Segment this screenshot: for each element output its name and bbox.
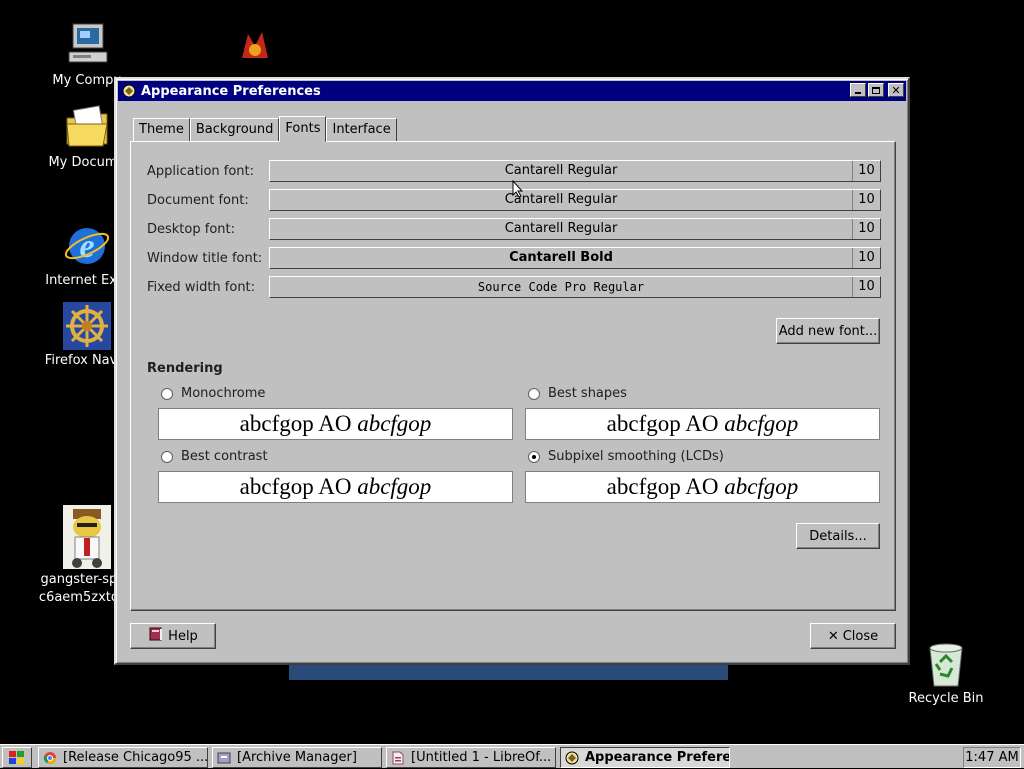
appearance-icon bbox=[122, 84, 136, 98]
window-title-font-label: Window title font: bbox=[147, 250, 263, 266]
best-shapes-option[interactable]: Best shapes bbox=[528, 386, 627, 401]
fixed-width-font-row: Fixed width font: Source Code Pro Regula… bbox=[147, 275, 881, 299]
monochrome-label: Monochrome bbox=[181, 386, 266, 401]
task-label: [Untitled 1 - LibreOf... bbox=[411, 750, 552, 765]
best-contrast-radio[interactable] bbox=[161, 450, 173, 463]
desktop-font-label: Desktop font: bbox=[147, 221, 235, 237]
monochrome-radio[interactable] bbox=[161, 387, 173, 400]
close-window-button[interactable]: ✕ bbox=[888, 83, 904, 97]
svg-text:e: e bbox=[79, 228, 94, 265]
task-label: [Release Chicago95 ... bbox=[63, 750, 208, 765]
background-window-strip bbox=[289, 665, 728, 680]
task-label: Appearance Prefere... bbox=[585, 750, 730, 765]
task-archive-manager[interactable]: [Archive Manager] bbox=[212, 747, 382, 768]
help-button[interactable]: Help bbox=[130, 623, 216, 649]
fixed-width-font-button[interactable]: Source Code Pro Regular 10 bbox=[269, 276, 881, 298]
best-contrast-option[interactable]: Best contrast bbox=[161, 449, 268, 464]
subpixel-smoothing-preview[interactable]: abcfgop AO abcfgop bbox=[525, 471, 880, 503]
appearance-icon bbox=[565, 751, 579, 765]
font-size: 10 bbox=[852, 277, 880, 297]
gangster-image-icon bbox=[63, 505, 111, 569]
maximize-icon bbox=[872, 86, 880, 94]
subpixel-smoothing-radio[interactable] bbox=[528, 450, 540, 463]
maximize-button[interactable] bbox=[868, 83, 884, 97]
window-title: Appearance Preferences bbox=[141, 83, 321, 99]
tab-interface[interactable]: Interface bbox=[326, 118, 397, 142]
preview-italic-text: abcfgop bbox=[724, 474, 799, 499]
tab-bar: Theme Background Fonts Interface bbox=[133, 116, 397, 142]
fixed-width-font-label: Fixed width font: bbox=[147, 279, 256, 295]
best-shapes-label: Best shapes bbox=[548, 386, 627, 401]
close-icon: ✕ bbox=[891, 83, 901, 97]
best-shapes-radio[interactable] bbox=[528, 387, 540, 400]
minimize-button[interactable] bbox=[850, 83, 866, 97]
monochrome-preview[interactable]: abcfgop AO abcfgop bbox=[158, 408, 513, 440]
partially-hidden-desktop-icon[interactable] bbox=[238, 28, 272, 62]
libreoffice-icon bbox=[391, 751, 405, 765]
desktop-icon-label: Recycle Bin bbox=[908, 691, 984, 706]
monochrome-option[interactable]: Monochrome bbox=[161, 386, 265, 401]
application-font-label: Application font: bbox=[147, 163, 255, 179]
font-name: Cantarell Bold bbox=[509, 250, 613, 265]
desktop-font-row: Desktop font: Cantarell Regular 10 bbox=[147, 217, 881, 241]
task-label: [Archive Manager] bbox=[237, 750, 357, 765]
preview-italic-text: abcfgop bbox=[724, 411, 799, 436]
best-contrast-label: Best contrast bbox=[181, 449, 268, 464]
minimize-icon bbox=[855, 92, 861, 94]
document-font-label: Document font: bbox=[147, 192, 249, 208]
preview-plain-text: abcfgop AO bbox=[606, 474, 725, 499]
folder-icon bbox=[63, 104, 111, 152]
task-chrome[interactable]: [Release Chicago95 ... bbox=[38, 747, 208, 768]
font-name: Cantarell Regular bbox=[504, 192, 618, 207]
application-font-button[interactable]: Cantarell Regular 10 bbox=[269, 160, 881, 182]
preview-plain-text: abcfgop AO bbox=[239, 474, 358, 499]
mouse-cursor-icon bbox=[512, 179, 524, 202]
details-button[interactable]: Details... bbox=[796, 523, 880, 549]
best-shapes-preview[interactable]: abcfgop AO abcfgop bbox=[525, 408, 880, 440]
help-label: Help bbox=[168, 628, 198, 644]
task-appearance-preferences[interactable]: Appearance Prefere... bbox=[560, 747, 730, 768]
font-size: 10 bbox=[852, 161, 880, 181]
windows-logo-icon bbox=[9, 751, 25, 765]
tab-fonts[interactable]: Fonts bbox=[279, 116, 327, 142]
font-size: 10 bbox=[852, 248, 880, 268]
font-name: Cantarell Regular bbox=[504, 163, 618, 178]
font-size: 10 bbox=[852, 190, 880, 210]
font-name: Cantarell Regular bbox=[504, 221, 618, 236]
tab-theme[interactable]: Theme bbox=[133, 118, 190, 142]
preview-italic-text: abcfgop bbox=[357, 474, 432, 499]
add-new-font-button[interactable]: Add new font... bbox=[776, 318, 880, 344]
window-titlebar[interactable]: Appearance Preferences ✕ bbox=[118, 81, 906, 101]
help-book-icon bbox=[148, 627, 164, 645]
close-x-icon: ✕ bbox=[827, 628, 839, 644]
ships-wheel-icon bbox=[63, 302, 111, 350]
preview-italic-text: abcfgop bbox=[357, 411, 432, 436]
start-button[interactable] bbox=[2, 747, 32, 768]
task-libreoffice[interactable]: [Untitled 1 - LibreOf... bbox=[386, 747, 556, 768]
fonts-panel: Application font: Cantarell Regular 10 D… bbox=[130, 141, 896, 611]
desktop-font-button[interactable]: Cantarell Regular 10 bbox=[269, 218, 881, 240]
window-title-font-button[interactable]: Cantarell Bold 10 bbox=[269, 247, 881, 269]
document-font-button[interactable]: Cantarell Regular 10 bbox=[269, 189, 881, 211]
font-name: Source Code Pro Regular bbox=[477, 280, 645, 294]
archive-icon bbox=[217, 751, 231, 765]
appearance-preferences-window: Appearance Preferences ✕ Theme Backgroun… bbox=[114, 77, 910, 665]
recycle-bin-icon bbox=[922, 640, 970, 688]
internet-explorer-icon: e bbox=[63, 222, 111, 270]
subpixel-smoothing-label: Subpixel smoothing (LCDs) bbox=[548, 449, 724, 464]
taskbar: [Release Chicago95 ... [Archive Manager]… bbox=[0, 744, 1024, 768]
preview-plain-text: abcfgop AO bbox=[239, 411, 358, 436]
taskbar-clock: 1:47 AM bbox=[963, 747, 1021, 768]
close-button[interactable]: ✕ Close bbox=[810, 623, 896, 649]
subpixel-smoothing-option[interactable]: Subpixel smoothing (LCDs) bbox=[528, 449, 724, 464]
computer-icon bbox=[63, 22, 111, 70]
preview-plain-text: abcfgop AO bbox=[606, 411, 725, 436]
close-label: Close bbox=[842, 628, 879, 644]
font-size: 10 bbox=[852, 219, 880, 239]
rendering-section-title: Rendering bbox=[147, 361, 223, 376]
chrome-icon bbox=[43, 751, 57, 765]
tab-background[interactable]: Background bbox=[189, 118, 280, 142]
best-contrast-preview[interactable]: abcfgop AO abcfgop bbox=[158, 471, 513, 503]
window-title-font-row: Window title font: Cantarell Bold 10 bbox=[147, 246, 881, 270]
